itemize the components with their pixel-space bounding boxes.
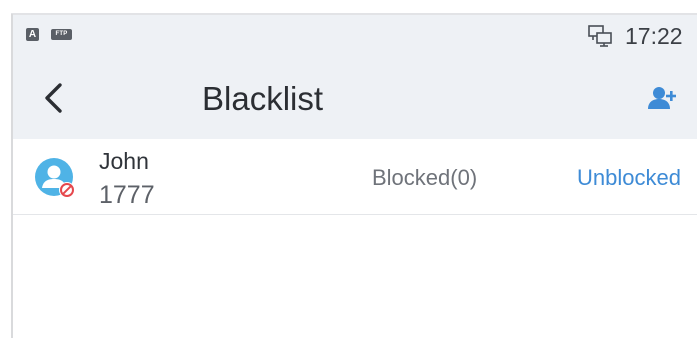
blacklist-item[interactable]: John 1777 Blocked(0) Unblocked [13, 139, 697, 215]
blocked-count: Blocked(0) [372, 165, 478, 190]
phone-screen: A FTP 17:22 Blacklist John 1777 Blocked(… [13, 15, 697, 338]
network-computer-icon [588, 25, 612, 47]
contact-name: John [99, 148, 149, 174]
unblock-button[interactable]: Unblocked [577, 163, 681, 193]
page-title: Blacklist [202, 80, 324, 117]
status-ftp-icon: FTP [51, 29, 72, 40]
header-area: A FTP 17:22 Blacklist [13, 15, 697, 139]
status-bar: A FTP 17:22 [13, 15, 697, 57]
chevron-left-icon [45, 83, 62, 113]
status-a-icon: A [26, 28, 39, 41]
contact-number: 1777 [99, 181, 155, 209]
status-time: 17:22 [625, 23, 683, 49]
add-contact-icon [648, 87, 676, 109]
device-frame: A FTP 17:22 Blacklist John 1777 Blocked(… [0, 0, 697, 338]
blocked-contact-avatar-icon [35, 158, 75, 198]
back-button[interactable] [35, 77, 79, 121]
add-contact-button[interactable] [645, 81, 681, 117]
